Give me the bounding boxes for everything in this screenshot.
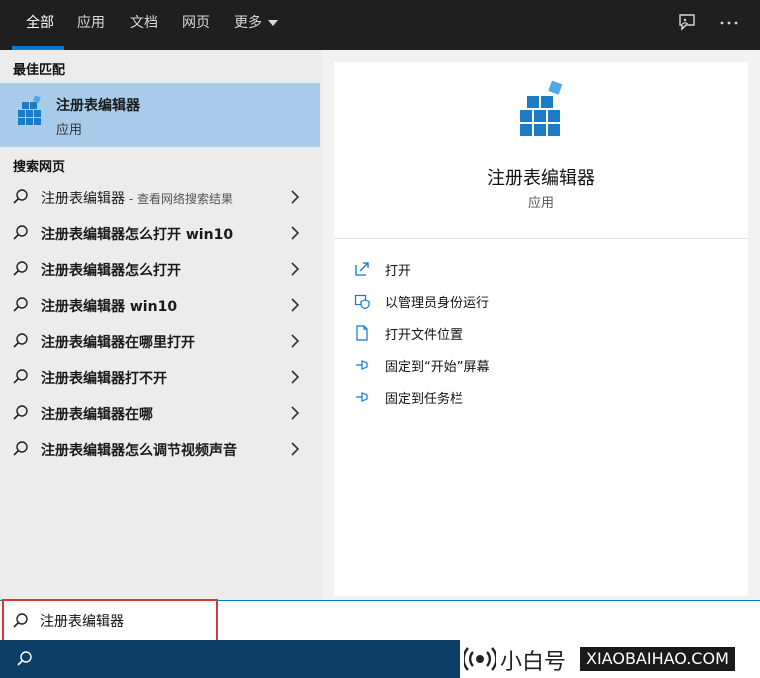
chevron-down-icon (268, 20, 278, 26)
open-icon (355, 262, 369, 276)
web-search-query: 注册表编辑器 (41, 191, 125, 207)
web-search-text: 注册表编辑器打不开 (41, 368, 167, 388)
search-icon (13, 225, 28, 240)
web-search-item[interactable]: 注册表编辑器怎么打开 (0, 251, 320, 287)
best-match-item[interactable]: 注册表编辑器 应用 (0, 83, 320, 147)
action-label: 固定到“开始”屏幕 (385, 360, 490, 375)
web-search-item[interactable]: 注册表编辑器 win10 (0, 287, 320, 323)
registry-editor-icon (16, 95, 44, 130)
chevron-right-icon (291, 262, 300, 276)
web-search-item[interactable]: 注册表编辑器 - 查看网络搜索结果 (0, 179, 320, 215)
web-search-text: 注册表编辑器 - 查看网络搜索结果 (41, 188, 233, 208)
web-search-query: 注册表编辑器 win10 (41, 299, 178, 315)
chevron-right-icon (291, 442, 300, 456)
action-label: 固定到任务栏 (385, 392, 464, 407)
chevron-right-icon (291, 370, 300, 384)
preview-divider (334, 238, 748, 239)
pin-taskbar-icon (356, 392, 368, 402)
watermark-cn: 小白号 (500, 650, 567, 675)
web-search-text: 注册表编辑器怎么打开 win10 (41, 224, 233, 244)
web-search-query: 注册表编辑器怎么打开 (41, 263, 181, 279)
top-tab-bar: 全部 应用 文档 网页 更多 (0, 0, 760, 50)
tab-documents[interactable]: 文档 (130, 0, 158, 46)
run-as-admin-icon (354, 294, 370, 309)
watermark-banner: 小白号 XIAOBAIHAO.COM (460, 640, 760, 678)
best-match-heading: 最佳匹配 (13, 63, 66, 78)
chevron-right-icon (291, 406, 300, 420)
web-search-item[interactable]: 注册表编辑器怎么打开 win10 (0, 215, 320, 251)
preview-subtitle: 应用 (527, 196, 554, 211)
web-search-item[interactable]: 注册表编辑器打不开 (0, 359, 320, 395)
chevron-right-icon (291, 298, 300, 312)
best-match-name: 注册表编辑器 (56, 98, 140, 114)
chevron-right-icon (291, 226, 300, 240)
file-location-icon (356, 325, 368, 341)
tab-apps[interactable]: 应用 (77, 0, 105, 46)
web-search-query: 注册表编辑器打不开 (41, 371, 167, 387)
chevron-right-icon (291, 190, 300, 204)
results-panel: 最佳匹配 注册表编辑器 应用 搜索网页 注册表编辑器 - 查看网络搜索结果 注册… (0, 50, 322, 600)
taskbar (0, 640, 460, 678)
tab-more[interactable]: 更多 (234, 0, 278, 46)
web-search-hint: - 查看网络搜索结果 (125, 192, 233, 206)
search-icon (13, 441, 28, 456)
preview-title: 注册表编辑器 (487, 168, 595, 189)
web-search-text: 注册表编辑器怎么调节视频声音 (41, 440, 237, 460)
web-search-item[interactable]: 注册表编辑器在哪 (0, 395, 320, 431)
pin-start-icon (356, 360, 368, 370)
search-icon (13, 405, 28, 420)
web-search-text: 注册表编辑器在哪 (41, 404, 153, 424)
preview-pane: 注册表编辑器 应用 打开 以管理员身份运行 打开文件位置 固定到“开始”屏幕 固… (334, 62, 748, 596)
registry-editor-large-icon (516, 80, 568, 144)
web-search-heading: 搜索网页 (13, 160, 66, 175)
search-icon (13, 333, 28, 348)
watermark-en: XIAOBAIHAO.COM (580, 647, 735, 671)
web-search-text: 注册表编辑器 win10 (41, 296, 177, 316)
highlight-frame (2, 599, 218, 643)
action-label: 打开 (385, 264, 412, 279)
tab-web[interactable]: 网页 (182, 0, 210, 46)
best-match-type: 应用 (56, 123, 83, 138)
action-label: 打开文件位置 (385, 328, 464, 343)
feedback-icon[interactable] (676, 12, 700, 36)
web-search-query: 注册表编辑器怎么调节视频声音 (41, 443, 237, 459)
more-options-icon[interactable] (718, 12, 742, 36)
chevron-right-icon (291, 334, 300, 348)
search-icon (13, 189, 28, 204)
search-icon (13, 297, 28, 312)
web-search-text: 注册表编辑器在哪里打开 (41, 332, 195, 352)
signal-icon (464, 647, 496, 671)
web-search-query: 注册表编辑器在哪里打开 (41, 335, 195, 351)
search-icon (13, 261, 28, 276)
action-label: 以管理员身份运行 (385, 296, 490, 311)
web-search-query: 注册表编辑器怎么打开 win10 (41, 227, 234, 243)
taskbar-search-icon[interactable] (16, 650, 34, 668)
search-icon (13, 369, 28, 384)
tab-more-label: 更多 (234, 15, 262, 31)
tab-all[interactable]: 全部 (26, 0, 54, 46)
web-search-query: 注册表编辑器在哪 (41, 407, 153, 423)
web-search-item[interactable]: 注册表编辑器怎么调节视频声音 (0, 431, 320, 467)
web-search-item[interactable]: 注册表编辑器在哪里打开 (0, 323, 320, 359)
web-search-text: 注册表编辑器怎么打开 (41, 260, 181, 280)
